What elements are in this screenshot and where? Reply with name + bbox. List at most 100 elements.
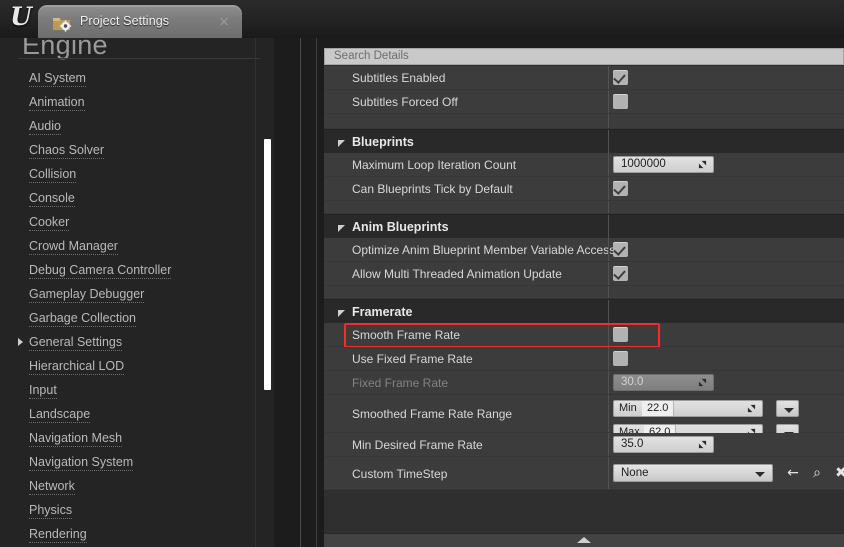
checkbox-subtitles-enabled[interactable]	[613, 70, 628, 85]
folder-gear-icon	[52, 14, 72, 32]
sidebar-item-general-settings[interactable]: General Settings	[0, 330, 264, 354]
sidebar-item-label: Navigation System	[29, 455, 134, 471]
sidebar-item-chaos-solver[interactable]: Chaos Solver	[0, 138, 264, 162]
property-label: Custom TimeStep	[352, 467, 448, 481]
chevron-down-icon[interactable]	[338, 310, 345, 317]
property-label: Can Blueprints Tick by Default	[352, 182, 513, 196]
close-icon[interactable]: ×	[218, 14, 230, 30]
spinner-icon[interactable]	[698, 160, 707, 169]
property-row-smooth-frame-rate: Smooth Frame Rate	[324, 323, 844, 348]
sidebar-item-collision[interactable]: Collision	[0, 162, 264, 186]
checkbox-smooth-frame-rate[interactable]	[613, 327, 628, 342]
checkbox-optimize-anim-blueprint-member-variable-access[interactable]	[613, 242, 628, 257]
sidebar-item-navigation-mesh[interactable]: Navigation Mesh	[0, 426, 264, 450]
sidebar-item-network[interactable]: Network	[0, 474, 264, 498]
sidebar-item-label: Input	[29, 383, 57, 399]
sidebar-scrollbar-thumb[interactable]	[264, 139, 271, 390]
sidebar-item-label: Audio	[29, 119, 61, 135]
details-footer	[324, 533, 844, 547]
sidebar-item-navigation-system[interactable]: Navigation System	[0, 450, 264, 474]
sidebar-item-label: Crowd Manager	[29, 239, 118, 255]
asset-dropdown-value: None	[621, 467, 649, 479]
clear-asset-icon[interactable]: ✖	[833, 465, 844, 481]
project-settings-window: U Project Settings × Engine AI System An…	[0, 0, 844, 547]
title-bar: U Project Settings ×	[0, 0, 844, 38]
spinner-icon[interactable]	[747, 404, 756, 413]
browse-asset-icon[interactable]: ⌕	[809, 465, 825, 481]
sidebar-item-label: Navigation Mesh	[29, 431, 123, 447]
number-input-min-desired-frame-rate[interactable]: 35.0	[613, 436, 714, 453]
number-value: 30.0	[621, 376, 644, 388]
property-label: Fixed Frame Rate	[352, 376, 449, 390]
sidebar-item-label: Gameplay Debugger	[29, 287, 145, 303]
settings-category-sidebar: Engine AI System Animation Audio Chaos Solv…	[0, 38, 274, 547]
details-panel: Search Details Subtitles Enabled Subtitle…	[324, 48, 844, 547]
chevron-right-icon[interactable]	[18, 338, 23, 346]
section-header-anim-blueprints[interactable]: Anim Blueprints	[324, 214, 844, 238]
property-label: Smooth Frame Rate	[352, 328, 461, 342]
number-input-fixed-frame-rate: 30.0	[613, 374, 714, 391]
sidebar-item-crowd-manager[interactable]: Crowd Manager	[0, 234, 264, 258]
property-label: Maximum Loop Iteration Count	[352, 158, 517, 172]
property-row-min-desired-frame-rate: Min Desired Frame Rate 35.0	[324, 433, 844, 457]
section-header-blueprints[interactable]: Blueprints	[324, 129, 844, 153]
spinner-icon[interactable]	[698, 440, 707, 449]
sidebar-item-garbage-collection[interactable]: Garbage Collection	[0, 306, 264, 330]
min-value: 22.0	[642, 401, 675, 416]
sidebar-item-audio[interactable]: Audio	[0, 114, 264, 138]
property-label: Subtitles Enabled	[352, 71, 446, 85]
sidebar-item-gameplay-debugger[interactable]: Gameplay Debugger	[0, 282, 264, 306]
column-divider	[608, 130, 609, 153]
checkbox-subtitles-forced-off[interactable]	[613, 94, 628, 109]
collapse-handle-icon[interactable]	[577, 537, 591, 543]
section-spacer	[324, 201, 844, 214]
chevron-down-icon[interactable]	[338, 140, 345, 147]
min-range-dropdown-button[interactable]	[776, 400, 799, 417]
property-row-custom-timestep: Custom TimeStep None ← ⌕ ✖	[324, 457, 844, 490]
sidebar-item-debug-camera-controller[interactable]: Debug Camera Controller	[0, 258, 264, 282]
tab-project-settings[interactable]: Project Settings ×	[38, 5, 242, 38]
sidebar-item-hierarchical-lod[interactable]: Hierarchical LOD	[0, 354, 264, 378]
column-divider	[608, 433, 609, 456]
property-label: Smoothed Frame Rate Range	[352, 407, 513, 421]
sidebar-divider	[18, 58, 260, 59]
search-input[interactable]: Search Details	[324, 48, 844, 65]
sidebar-item-rendering[interactable]: Rendering	[0, 522, 264, 546]
sidebar-item-label: Rendering	[29, 527, 87, 543]
property-label: Allow Multi Threaded Animation Update	[352, 267, 562, 281]
checkbox-can-blueprints-tick-by-default[interactable]	[613, 181, 628, 196]
sidebar-item-animation[interactable]: Animation	[0, 90, 264, 114]
sidebar-item-label: Garbage Collection	[29, 311, 137, 327]
column-divider	[608, 457, 609, 489]
sidebar-item-ai-system[interactable]: AI System	[0, 66, 264, 90]
property-rows: Subtitles Enabled Subtitles Forced Off Blu…	[324, 66, 844, 490]
checkbox-use-fixed-frame-rate[interactable]	[613, 351, 628, 366]
panel-splitter[interactable]	[300, 38, 301, 547]
sidebar-item-cooker[interactable]: Cooker	[0, 210, 264, 234]
sidebar-item-label: Collision	[29, 167, 77, 183]
sidebar-item-label: Debug Camera Controller	[29, 263, 172, 279]
column-divider	[608, 201, 609, 213]
sidebar-item-console[interactable]: Console	[0, 186, 264, 210]
column-divider	[608, 347, 609, 370]
sidebar-item-input[interactable]: Input	[0, 378, 264, 402]
checkbox-allow-multi-threaded-animation-update[interactable]	[613, 266, 628, 281]
sidebar-item-label: Animation	[29, 95, 85, 111]
min-range-input[interactable]: Min 22.0	[613, 400, 763, 417]
sidebar-item-label: General Settings	[29, 335, 123, 351]
asset-dropdown-custom-timestep[interactable]: None	[613, 464, 773, 482]
section-title: Framerate	[352, 305, 413, 319]
number-input-maximum-loop-iteration-count[interactable]: 1000000	[613, 156, 714, 173]
spinner-icon[interactable]	[698, 378, 707, 387]
sidebar-item-physics[interactable]: Physics	[0, 498, 264, 522]
section-header-framerate[interactable]: Framerate	[324, 299, 844, 323]
sidebar-item-list: AI System Animation Audio Chaos Solver Colli…	[0, 66, 264, 546]
column-divider	[608, 286, 609, 298]
chevron-down-icon[interactable]	[338, 225, 345, 232]
sidebar-item-landscape[interactable]: Landscape	[0, 402, 264, 426]
sidebar-item-label: Network	[29, 479, 75, 495]
use-selected-asset-icon[interactable]: ←	[785, 465, 801, 481]
property-row-can-blueprints-tick-by-default: Can Blueprints Tick by Default	[324, 177, 844, 201]
column-divider	[608, 238, 609, 261]
section-title: Blueprints	[352, 135, 414, 149]
